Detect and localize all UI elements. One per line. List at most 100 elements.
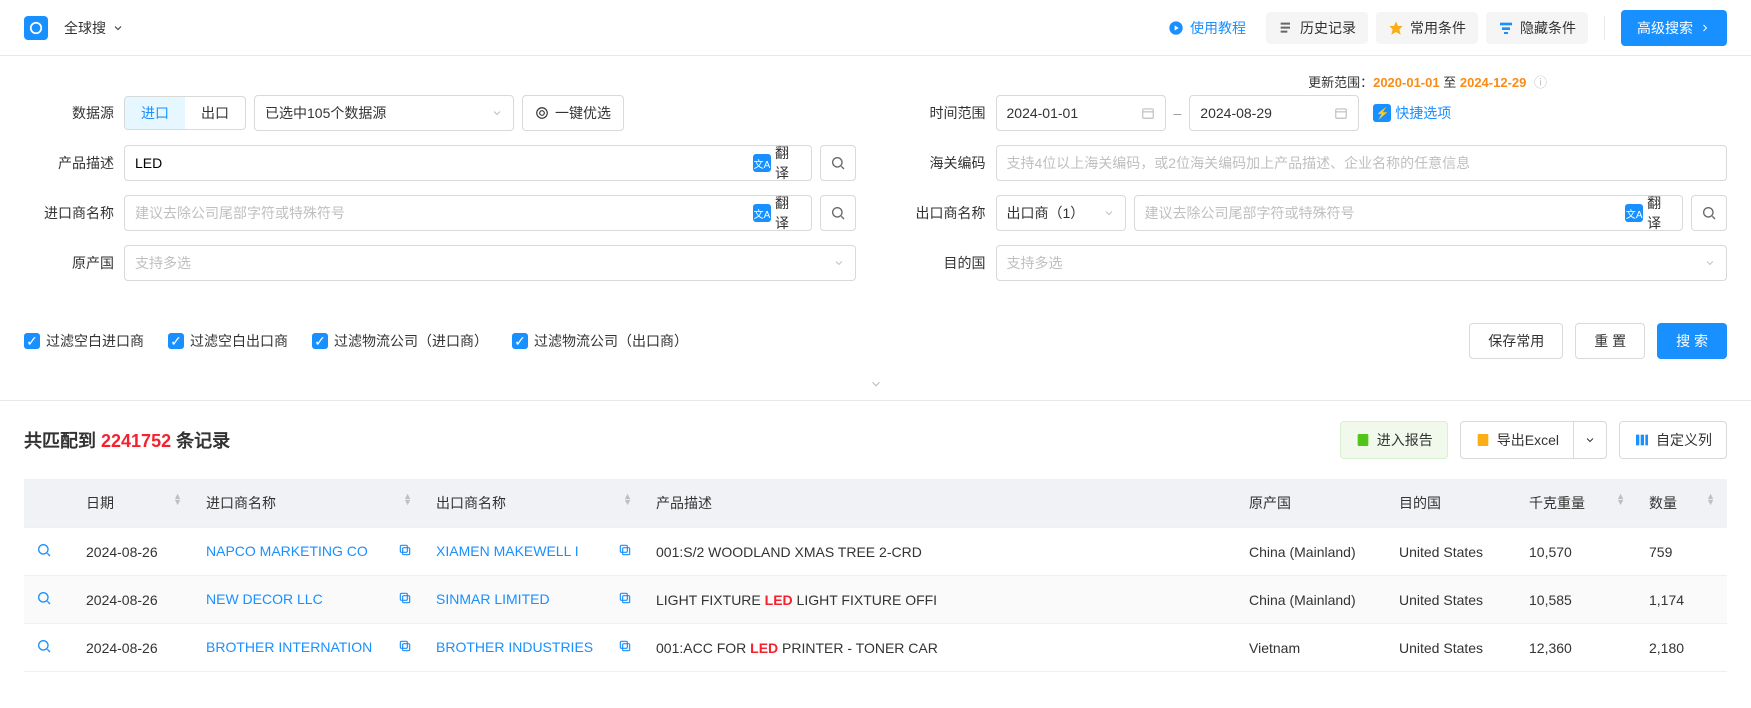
col-date[interactable]: 日期▲▼ xyxy=(74,479,194,528)
origin-country-select[interactable] xyxy=(124,245,856,281)
row-search-icon[interactable] xyxy=(36,545,52,561)
date-from-value: 2024-01-01 xyxy=(1007,105,1079,121)
global-search-label: 全球搜 xyxy=(64,18,106,38)
cell-qty: 1,174 xyxy=(1637,576,1727,624)
col-importer[interactable]: 进口商名称▲▼ xyxy=(194,479,424,528)
importer-name-input[interactable] xyxy=(135,205,745,221)
date-to-value: 2024-08-29 xyxy=(1200,105,1272,121)
import-export-toggle[interactable]: 进口 出口 xyxy=(124,96,246,130)
exporter-name-input[interactable] xyxy=(1145,205,1618,221)
calendar-icon xyxy=(1141,106,1155,120)
reset-button[interactable]: 重 置 xyxy=(1575,323,1645,359)
import-tab[interactable]: 进口 xyxy=(125,97,185,129)
search-button[interactable]: 搜 索 xyxy=(1657,323,1727,359)
lightning-icon: ⚡ xyxy=(1373,104,1391,122)
history-button[interactable]: 历史记录 xyxy=(1266,12,1368,44)
exporter-link[interactable]: BROTHER INDUSTRIES xyxy=(436,639,593,655)
datasource-select[interactable]: 已选中105个数据源 xyxy=(254,95,514,131)
translate-icon: 文A xyxy=(753,204,771,222)
optimize-button[interactable]: 一键优选 xyxy=(522,95,624,131)
search-square-button[interactable] xyxy=(820,145,856,181)
col-qty[interactable]: 数量▲▼ xyxy=(1637,479,1727,528)
sort-icon: ▲▼ xyxy=(173,493,182,505)
quick-options-button[interactable]: ⚡ 快捷选项 xyxy=(1373,103,1451,123)
importer-link[interactable]: NEW DECOR LLC xyxy=(206,591,323,607)
date-from-input[interactable]: 2024-01-01 xyxy=(996,95,1166,131)
copy-icon[interactable] xyxy=(398,639,412,656)
sort-icon: ▲▼ xyxy=(1616,493,1625,505)
date-to-input[interactable]: 2024-08-29 xyxy=(1189,95,1359,131)
checkbox-checked-icon: ✓ xyxy=(512,333,528,349)
search-square-button[interactable] xyxy=(1691,195,1727,231)
cell-origin: China (Mainland) xyxy=(1237,576,1387,624)
exporter-link[interactable]: XIAMEN MAKEWELL I xyxy=(436,543,579,559)
copy-icon[interactable] xyxy=(398,543,412,560)
advanced-search-button[interactable]: 高级搜索 xyxy=(1621,10,1727,46)
enter-report-label: 进入报告 xyxy=(1377,430,1433,450)
importer-link[interactable]: NAPCO MARKETING CO xyxy=(206,543,368,559)
row-search-icon[interactable] xyxy=(36,593,52,609)
row-search-icon[interactable] xyxy=(36,641,52,657)
col-exporter[interactable]: 出口商名称▲▼ xyxy=(424,479,644,528)
custom-columns-button[interactable]: 自定义列 xyxy=(1619,421,1727,459)
check-label: 过滤物流公司（进口商） xyxy=(334,331,488,351)
origin-placeholder xyxy=(135,255,833,271)
export-tab[interactable]: 出口 xyxy=(185,97,245,129)
copy-icon[interactable] xyxy=(618,543,632,560)
importer-name-label: 进口商名称 xyxy=(24,203,114,223)
cell-date: 2024-08-26 xyxy=(74,624,194,672)
translate-label: 翻译 xyxy=(775,193,800,233)
translate-button[interactable]: 文A 翻译 xyxy=(1625,193,1672,233)
collapse-handle[interactable] xyxy=(849,377,903,394)
hs-code-input[interactable] xyxy=(1007,155,1717,171)
cell-dest: United States xyxy=(1387,528,1517,576)
copy-icon[interactable] xyxy=(398,591,412,608)
chevron-down-icon xyxy=(491,107,503,119)
optimize-label: 一键优选 xyxy=(555,103,611,123)
checkbox-checked-icon: ✓ xyxy=(312,333,328,349)
tutorial-label: 使用教程 xyxy=(1190,18,1246,38)
filter-empty-exporter-checkbox[interactable]: ✓ 过滤空白出口商 xyxy=(168,331,288,351)
chevron-down-icon xyxy=(833,257,845,269)
save-common-button[interactable]: 保存常用 xyxy=(1469,323,1563,359)
global-search-dropdown[interactable]: 全球搜 xyxy=(64,18,124,38)
export-excel-button[interactable]: 导出Excel xyxy=(1460,421,1574,459)
exporter-select[interactable]: 出口商（1） xyxy=(996,195,1126,231)
info-icon[interactable]: ⓘ xyxy=(1534,75,1547,90)
sort-icon: ▲▼ xyxy=(403,493,412,505)
hidden-conditions-button[interactable]: 隐藏条件 xyxy=(1486,12,1588,44)
copy-icon[interactable] xyxy=(618,639,632,656)
target-icon xyxy=(535,106,549,120)
copy-icon[interactable] xyxy=(618,591,632,608)
favorites-button[interactable]: 常用条件 xyxy=(1376,12,1478,44)
col-product: 产品描述 xyxy=(644,479,1237,528)
chevron-right-icon xyxy=(1699,22,1711,34)
time-range-label: 时间范围 xyxy=(896,103,986,123)
exporter-name-label: 出口商名称 xyxy=(896,203,986,223)
cell-weight: 10,570 xyxy=(1517,528,1637,576)
table-row: 2024-08-26 NAPCO MARKETING CO XIAMEN MAKEW… xyxy=(24,528,1727,576)
filter-logistics-exporter-checkbox[interactable]: ✓ 过滤物流公司（出口商） xyxy=(512,331,688,351)
search-square-button[interactable] xyxy=(820,195,856,231)
translate-button[interactable]: 文A 翻译 xyxy=(753,143,801,183)
export-dropdown-button[interactable] xyxy=(1574,421,1607,459)
chevron-down-icon xyxy=(1103,207,1115,219)
cell-qty: 2,180 xyxy=(1637,624,1727,672)
product-desc-input[interactable] xyxy=(135,155,745,171)
col-weight[interactable]: 千克重量▲▼ xyxy=(1517,479,1637,528)
chevron-down-icon xyxy=(1704,257,1716,269)
enter-report-button[interactable]: 进入报告 xyxy=(1340,421,1448,459)
hs-code-input-wrapper xyxy=(996,145,1728,181)
dest-placeholder xyxy=(1007,255,1705,271)
cell-date: 2024-08-26 xyxy=(74,528,194,576)
star-icon xyxy=(1388,20,1404,36)
tutorial-link[interactable]: 使用教程 xyxy=(1156,12,1258,44)
translate-button[interactable]: 文A 翻译 xyxy=(753,193,801,233)
dest-country-select[interactable] xyxy=(996,245,1728,281)
translate-label: 翻译 xyxy=(1647,193,1672,233)
filter-empty-importer-checkbox[interactable]: ✓ 过滤空白进口商 xyxy=(24,331,144,351)
checkbox-checked-icon: ✓ xyxy=(24,333,40,349)
filter-logistics-importer-checkbox[interactable]: ✓ 过滤物流公司（进口商） xyxy=(312,331,488,351)
importer-link[interactable]: BROTHER INTERNATION xyxy=(206,639,372,655)
exporter-link[interactable]: SINMAR LIMITED xyxy=(436,591,550,607)
